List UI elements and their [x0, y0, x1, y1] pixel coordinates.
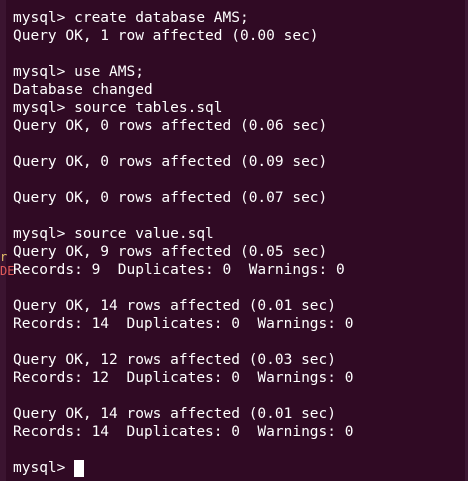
output-line	[13, 207, 353, 225]
output-line: Records: 14 Duplicates: 0 Warnings: 0	[13, 316, 354, 332]
output-line: mysql> source value.sql	[13, 226, 214, 242]
terminal-window[interactable]: r DE mysql> create database AMS; Query O…	[0, 0, 468, 481]
adjacent-window-edge: r DE	[0, 0, 14, 481]
output-line: Query OK, 1 row affected (0.00 sec)	[13, 28, 319, 44]
output-line: Query OK, 14 rows affected (0.01 sec)	[13, 298, 337, 314]
output-line	[13, 45, 353, 63]
output-line: Query OK, 9 rows affected (0.05 sec)	[13, 244, 328, 260]
output-line: mysql> create database AMS;	[13, 10, 249, 26]
output-line: Records: 14 Duplicates: 0 Warnings: 0	[13, 424, 354, 440]
output-line	[13, 441, 353, 459]
output-line	[13, 387, 353, 405]
terminal-output: mysql> create database AMS; Query OK, 1 …	[13, 9, 353, 477]
output-line: mysql> source tables.sql	[13, 100, 223, 116]
output-line: Query OK, 14 rows affected (0.01 sec)	[13, 406, 337, 422]
output-line: Query OK, 0 rows affected (0.09 sec)	[13, 154, 328, 170]
output-line: Records: 12 Duplicates: 0 Warnings: 0	[13, 370, 354, 386]
output-line: Query OK, 12 rows affected (0.03 sec)	[13, 352, 337, 368]
output-line: Query OK, 0 rows affected (0.06 sec)	[13, 118, 328, 134]
text-cursor	[74, 459, 85, 477]
output-line	[13, 171, 353, 189]
output-line	[13, 279, 353, 297]
output-line: mysql> use AMS;	[13, 64, 144, 80]
output-line: Records: 9 Duplicates: 0 Warnings: 0	[13, 262, 345, 278]
command-prompt-line[interactable]: mysql>	[13, 459, 353, 477]
output-line: Query OK, 0 rows affected (0.07 sec)	[13, 190, 328, 206]
edge-fragment-1: r	[0, 250, 8, 264]
output-line	[13, 135, 353, 153]
output-line	[13, 333, 353, 351]
prompt-text: mysql>	[13, 460, 75, 476]
output-line: Database changed	[13, 82, 153, 98]
